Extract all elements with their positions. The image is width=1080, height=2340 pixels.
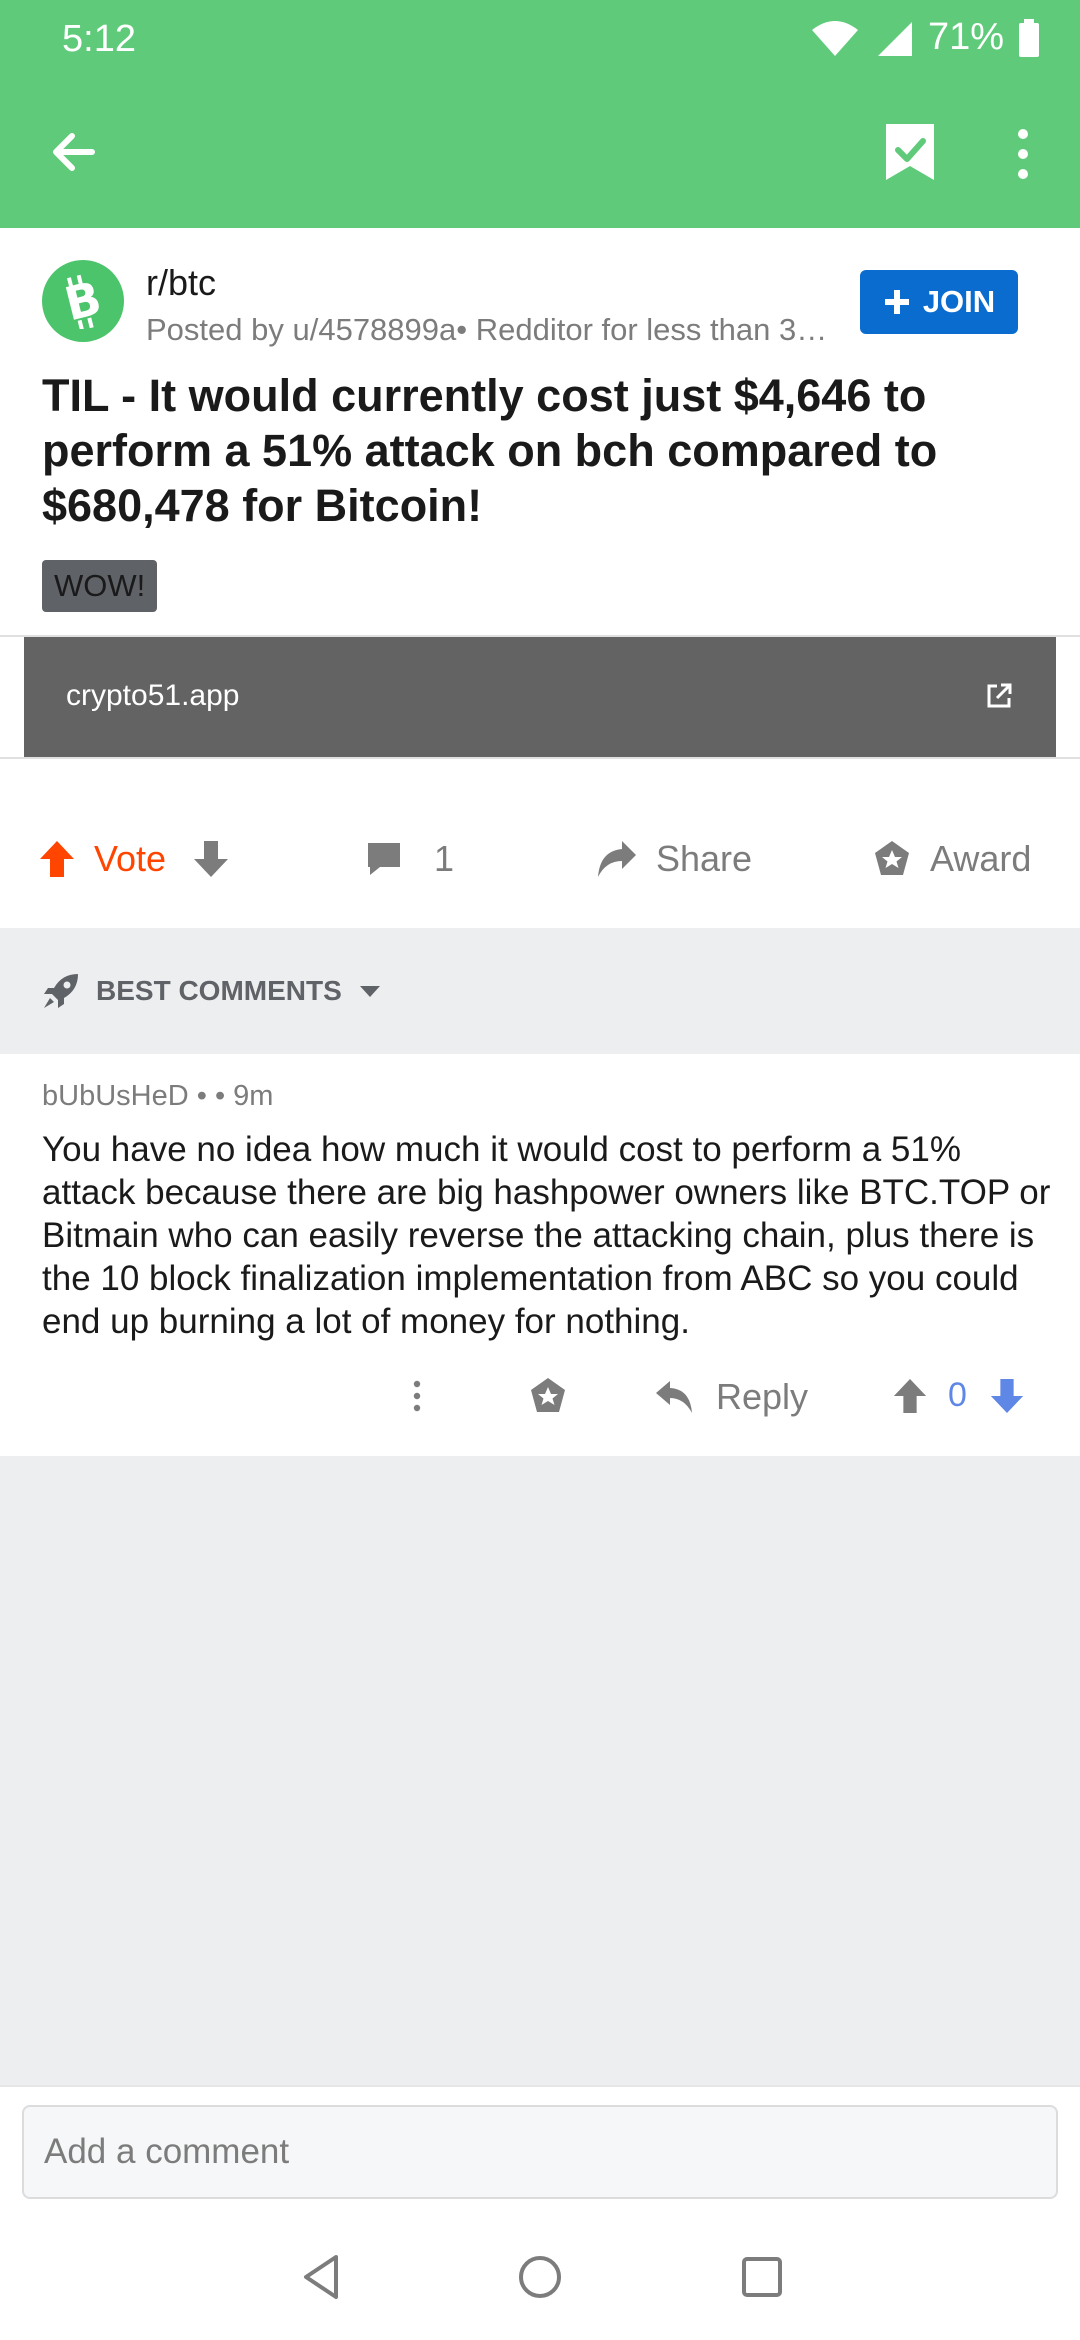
comments-button[interactable]: 1 xyxy=(364,838,454,880)
downvote-arrow-icon[interactable] xyxy=(989,1377,1025,1415)
saved-bookmark-icon[interactable] xyxy=(880,120,940,184)
app-bar xyxy=(0,80,1080,228)
comment-actions: Reply 0 xyxy=(0,1370,1080,1440)
award-icon xyxy=(875,841,909,875)
join-button[interactable]: JOIN xyxy=(860,270,1018,334)
award-button[interactable]: Award xyxy=(872,838,1031,880)
nav-back-icon[interactable] xyxy=(296,2251,348,2303)
comment-sort-selector[interactable]: BEST COMMENTS xyxy=(0,928,1080,1054)
comment-bubble-icon xyxy=(368,843,400,875)
comment-vote-control: 0 xyxy=(892,1376,1025,1415)
comment-count: 1 xyxy=(434,838,455,879)
link-preview-bar[interactable]: crypto51.app xyxy=(24,637,1056,757)
link-preview[interactable]: crypto51.app xyxy=(0,635,1080,759)
wifi-icon xyxy=(811,20,858,56)
join-label: JOIN xyxy=(922,284,996,319)
comment-award-button[interactable] xyxy=(528,1376,568,1416)
post-title: TIL - It would currently cost just $4,64… xyxy=(42,370,938,531)
battery-icon xyxy=(1019,18,1039,57)
add-comment-input[interactable]: Add a comment xyxy=(22,2105,1058,2199)
more-vertical-icon xyxy=(413,1380,421,1412)
comment-meta-separator: • • xyxy=(188,1080,234,1112)
comment-score: 0 xyxy=(948,1376,967,1414)
sort-label: BEST COMMENTS xyxy=(96,975,342,1006)
comment-age: 9m xyxy=(233,1080,274,1112)
upvote-arrow-icon[interactable] xyxy=(38,839,76,879)
post-actions: Vote 1 Share Award xyxy=(0,820,1080,910)
reply-button[interactable]: Reply xyxy=(654,1376,808,1418)
nav-recents-icon[interactable] xyxy=(736,2251,788,2303)
post-flair: WOW! xyxy=(42,560,158,612)
status-bar: 5:12 71% xyxy=(0,0,1080,80)
link-url[interactable]: crypto51.app xyxy=(66,679,239,713)
more-options-icon[interactable] xyxy=(1006,124,1040,184)
battery-percent: 71% xyxy=(927,16,1004,58)
downvote-arrow-icon[interactable] xyxy=(192,839,230,879)
upvote-arrow-icon[interactable] xyxy=(892,1377,928,1415)
bitcoin-cash-logo-icon: B xyxy=(59,273,107,329)
rocket-icon xyxy=(44,974,78,1008)
share-label: Share xyxy=(656,838,753,879)
posted-by[interactable]: Posted by u/4578899a• Redditor for less … xyxy=(146,312,846,348)
subreddit-avatar[interactable]: B xyxy=(42,260,124,342)
comment-more-button[interactable] xyxy=(410,1376,424,1416)
status-icons: 71% xyxy=(810,16,1040,59)
subreddit-name[interactable]: r/btc xyxy=(146,262,216,304)
signal-icon xyxy=(877,21,912,56)
status-time: 5:12 xyxy=(62,18,136,60)
nav-home-icon[interactable] xyxy=(514,2251,566,2303)
external-link-icon xyxy=(987,683,1012,708)
plus-icon xyxy=(884,290,909,314)
share-button[interactable]: Share xyxy=(596,838,752,880)
comment-author[interactable]: bUbUsHeD xyxy=(42,1080,189,1112)
comment-body: You have no idea how much it would cost … xyxy=(42,1130,1051,1341)
system-navigation-bar xyxy=(0,2215,1080,2340)
vote-control: Vote xyxy=(38,838,230,880)
back-arrow-icon[interactable] xyxy=(44,122,104,182)
reply-arrow-icon xyxy=(656,1381,692,1413)
share-arrow-icon xyxy=(598,841,636,877)
comment-meta: bUbUsHeD • • 9m xyxy=(42,1080,273,1113)
comment: bUbUsHeD • • 9m You have no idea how muc… xyxy=(0,1054,1080,1456)
comment-composer: Add a comment xyxy=(0,2085,1080,2215)
svg-text:B: B xyxy=(59,273,106,329)
reply-label: Reply xyxy=(716,1376,809,1417)
award-icon xyxy=(531,1378,565,1412)
vote-label: Vote xyxy=(94,838,167,879)
chevron-down-icon xyxy=(359,986,380,997)
award-label: Award xyxy=(930,838,1032,879)
